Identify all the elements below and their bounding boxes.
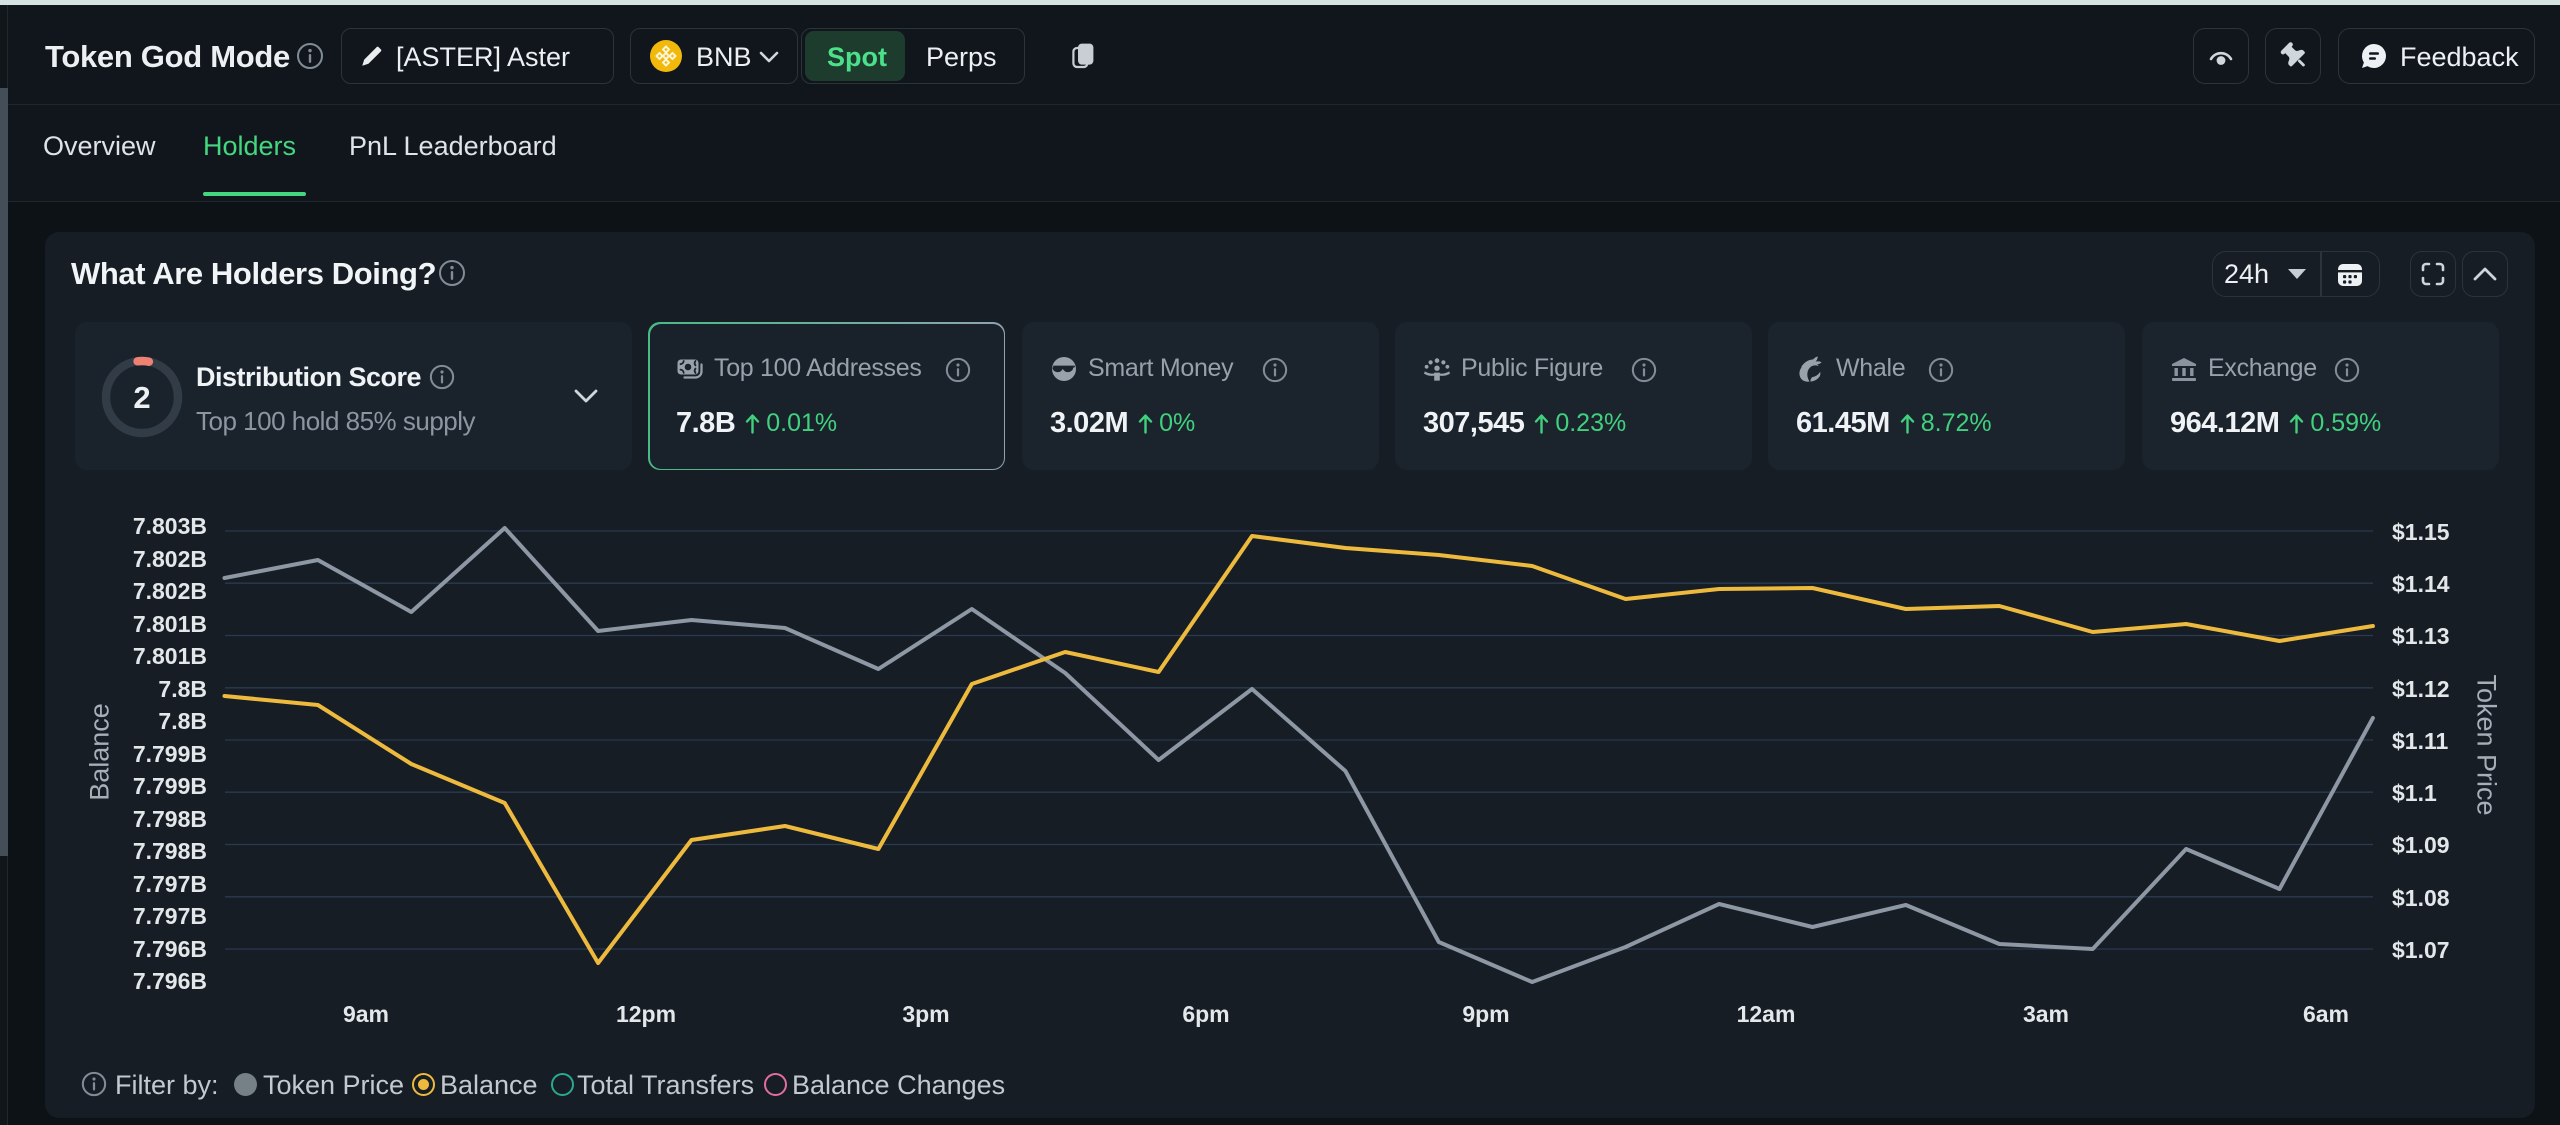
svg-text:2: 2 [133,380,150,415]
